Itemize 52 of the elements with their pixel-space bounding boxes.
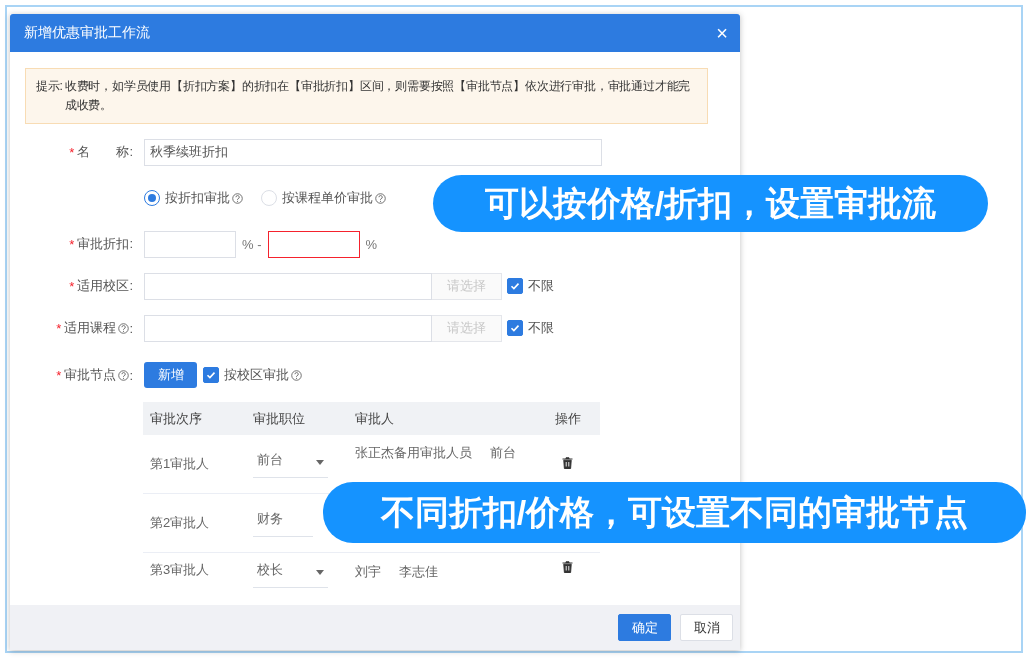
field-label: 审批折扣: bbox=[77, 235, 133, 253]
checkbox[interactable] bbox=[507, 320, 523, 336]
approver-name: 前台 bbox=[490, 444, 516, 462]
confirm-button[interactable]: 确定 bbox=[618, 614, 671, 641]
position-select[interactable]: 财务 bbox=[253, 510, 313, 536]
position-select[interactable]: 校长 bbox=[253, 561, 328, 587]
unit-label: % bbox=[365, 236, 378, 252]
checkbox-label: 不限 bbox=[528, 319, 554, 337]
table-cell-text: 第3审批人 bbox=[149, 561, 211, 579]
column-header: 操作 bbox=[553, 409, 582, 428]
add-button[interactable]: 新增 bbox=[144, 362, 197, 388]
checkbox[interactable] bbox=[507, 278, 523, 294]
position-select[interactable]: 前台 bbox=[253, 451, 328, 477]
approver-name: 李志佳 bbox=[399, 563, 438, 581]
required-mark: * bbox=[56, 367, 62, 383]
field-label: 适用课程 bbox=[64, 319, 117, 337]
callout-banner: 不同折扣/价格，可设置不同的审批节点 bbox=[323, 482, 1026, 543]
checkbox-label: 按校区审批 bbox=[224, 366, 289, 384]
callout-banner: 可以按价格/折扣，设置审批流 bbox=[433, 175, 988, 232]
table-cell-text: 第1审批人 bbox=[149, 455, 211, 473]
table-cell-text: 第2审批人 bbox=[149, 514, 211, 532]
required-mark: * bbox=[56, 320, 62, 336]
input-field[interactable]: 秋季续班折扣 bbox=[144, 138, 602, 166]
field-label: 名 称: bbox=[77, 143, 133, 161]
radio-option[interactable]: 按折扣审批 bbox=[144, 189, 243, 207]
cancel-button[interactable]: 取消 bbox=[680, 614, 733, 641]
column-header: 审批职位 bbox=[253, 409, 306, 428]
notice-text: 收费时，如学员使用【折扣方案】的折扣在【审批折扣】区间，则需要按照【审批节点】依次进行审批，审批通过才能完成收费。 bbox=[64, 78, 692, 114]
close-button[interactable]: × bbox=[716, 23, 728, 43]
radio-option[interactable]: 按课程单价审批 bbox=[261, 189, 386, 207]
required-mark: * bbox=[69, 278, 75, 294]
field-label: : bbox=[129, 367, 133, 383]
notice-label: 提示: bbox=[36, 78, 63, 95]
approver-name: 张正杰备用审批人员 bbox=[355, 444, 472, 462]
approver-name: 刘宇 bbox=[355, 563, 381, 581]
checkmark-icon bbox=[205, 369, 217, 381]
unit-label: % - bbox=[242, 236, 262, 252]
checkmark-icon bbox=[509, 280, 521, 292]
field-label: 适用校区: bbox=[77, 277, 133, 295]
trash-icon[interactable] bbox=[562, 456, 573, 469]
checkmark-icon bbox=[509, 322, 521, 334]
field-label: : bbox=[129, 320, 133, 336]
column-header: 审批次序 bbox=[149, 409, 203, 428]
checkbox-label: 不限 bbox=[528, 277, 554, 295]
input-field[interactable] bbox=[267, 230, 360, 258]
required-mark: * bbox=[69, 144, 75, 160]
trash-icon[interactable] bbox=[562, 561, 573, 573]
column-header: 审批人 bbox=[354, 409, 395, 428]
field-label: 审批节点 bbox=[64, 366, 117, 384]
dialog-title: 新增优惠审批工作流 bbox=[24, 24, 150, 42]
required-mark: * bbox=[69, 236, 75, 252]
checkbox[interactable] bbox=[203, 367, 219, 383]
